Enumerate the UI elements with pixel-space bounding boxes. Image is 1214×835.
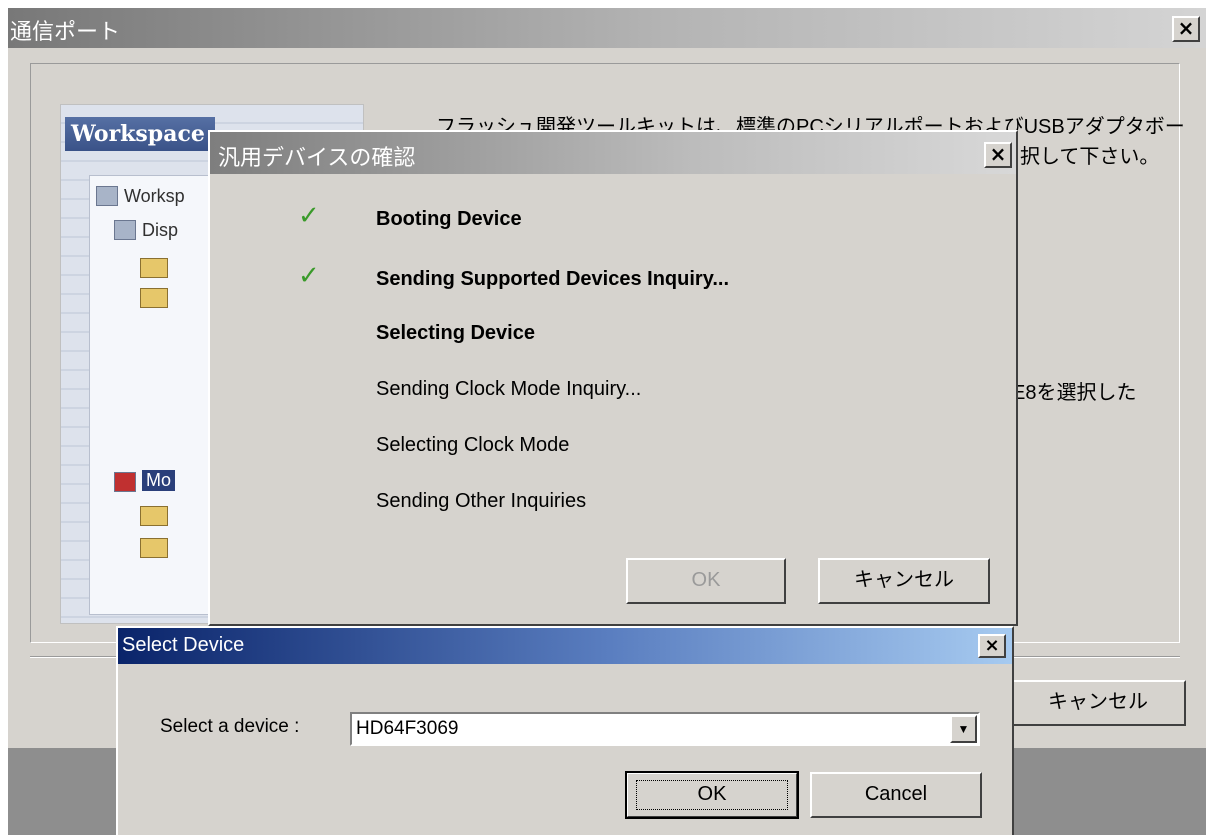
step-supported-devices-inquiry: Sending Supported Devices Inquiry...: [376, 268, 730, 290]
step-clock-mode-inquiry: Sending Clock Mode Inquiry...: [376, 378, 642, 400]
step-inquiry-check-icon: ✓: [298, 260, 320, 290]
step-booting-device: Booting Device: [376, 208, 522, 230]
device-dropdown[interactable]: HD64F3069 ▼: [350, 712, 980, 746]
tree-item-label: Worksp: [124, 186, 185, 206]
select-device-cancel-button[interactable]: Cancel: [810, 772, 982, 818]
device-dropdown-value: HD64F3069: [356, 718, 459, 739]
step-selecting-clock-mode: Selecting Clock Mode: [376, 434, 570, 456]
select-device-ok-button[interactable]: OK: [625, 771, 799, 819]
tree-item-label: Disp: [142, 220, 179, 240]
chevron-down-icon[interactable]: ▼: [950, 715, 977, 743]
main-titlebar: 通信ポート ×: [8, 8, 1206, 48]
focus-rectangle: [636, 780, 788, 810]
folder-icon: [140, 258, 168, 278]
tree-item-label: Mo: [142, 470, 176, 491]
main-window-title: 通信ポート: [10, 19, 121, 44]
device-check-close-button[interactable]: ×: [984, 142, 1012, 168]
select-device-dialog: Select Device × Select a device : HD64F3…: [116, 626, 1014, 835]
step-booting-check-icon: ✓: [298, 200, 320, 230]
step-selecting-device: Selecting Device: [376, 322, 535, 344]
main-description-line3: E8を選択した: [1012, 382, 1137, 404]
device-check-dialog: 汎用デバイスの確認 × ✓ Booting Device ✓ Sending S…: [208, 130, 1018, 626]
folder-icon: [140, 288, 168, 308]
select-device-label: Select a device :: [160, 716, 300, 737]
module-tree-icon: [114, 472, 136, 492]
select-device-title: Select Device: [122, 634, 245, 656]
device-check-titlebar: 汎用デバイスの確認 ×: [210, 132, 1016, 174]
main-description-line2: 択して下さい。: [1020, 146, 1160, 168]
folder-icon: [140, 538, 168, 558]
workspace-tree-icon: [96, 186, 118, 206]
main-close-button[interactable]: ×: [1172, 16, 1200, 42]
device-check-cancel-button[interactable]: キャンセル: [818, 558, 990, 604]
device-check-ok-button[interactable]: OK: [626, 558, 786, 604]
main-cancel-button[interactable]: キャンセル: [1010, 680, 1186, 726]
select-device-titlebar: Select Device ×: [118, 628, 1012, 664]
display-tree-icon: [114, 220, 136, 240]
select-device-close-button[interactable]: ×: [978, 634, 1006, 658]
device-check-title: 汎用デバイスの確認: [218, 145, 416, 170]
step-other-inquiries: Sending Other Inquiries: [376, 490, 587, 512]
workspace-label: Workspace: [65, 117, 215, 151]
folder-icon: [140, 506, 168, 526]
